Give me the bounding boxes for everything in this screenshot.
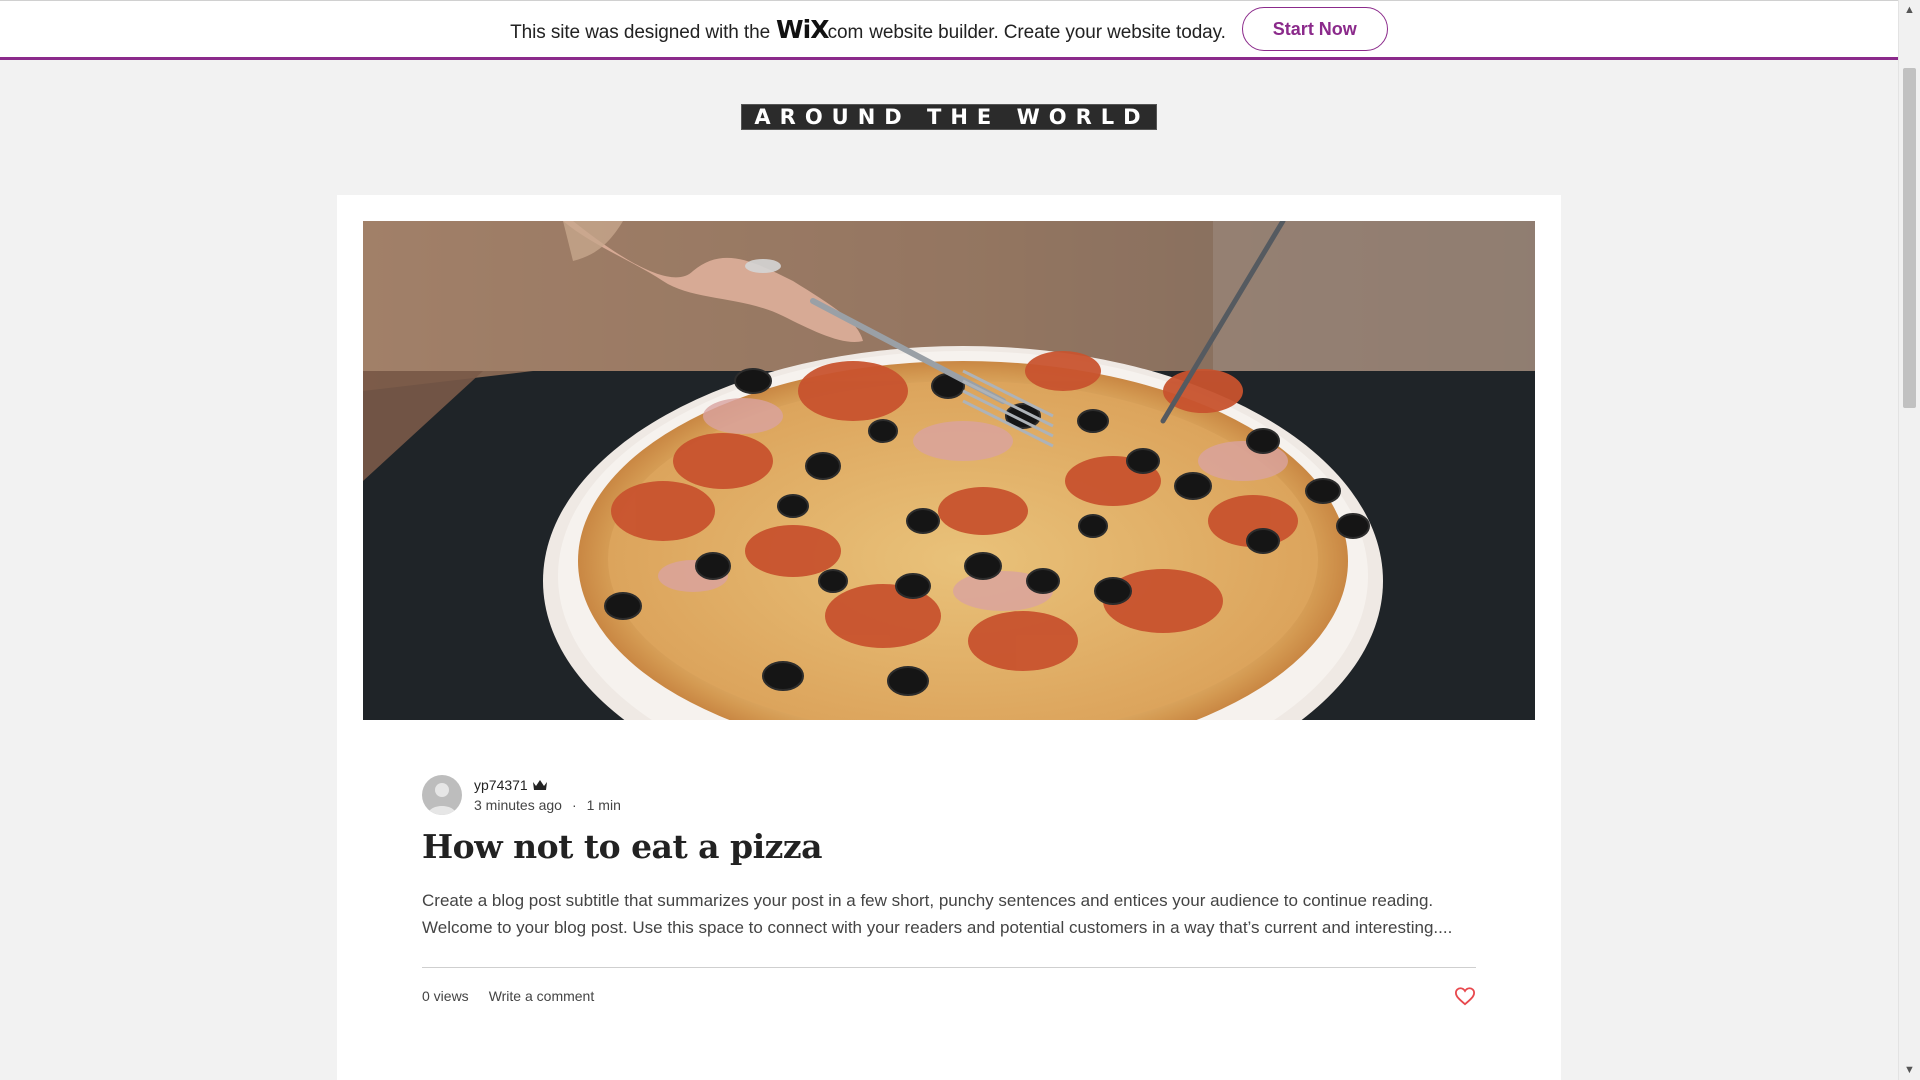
- banner-text-before: This site was designed with the: [510, 21, 771, 43]
- banner-text: This site was designed with the WiX .com …: [510, 15, 1226, 44]
- author-name[interactable]: yp74371: [474, 777, 528, 793]
- post-footer: 0 views Write a comment: [422, 986, 1476, 1006]
- site-header: AROUND THE WORLD: [0, 104, 1898, 130]
- banner-text-after: website builder. Create your website tod…: [869, 21, 1226, 43]
- site-title[interactable]: AROUND THE WORLD: [741, 104, 1157, 130]
- post-time-ago: 3 minutes ago: [474, 797, 562, 813]
- meta-text: yp74371 3 minutes ago · 1 min: [474, 777, 621, 813]
- wix-logo[interactable]: WiX .com: [776, 15, 863, 44]
- post-title[interactable]: How not to eat a pizza: [422, 827, 823, 866]
- wix-logo-suffix: .com: [822, 21, 864, 43]
- meta-separator: ·: [571, 797, 577, 813]
- page: This site was designed with the WiX .com …: [0, 0, 1920, 1080]
- post-read-time: 1 min: [586, 797, 621, 813]
- post-divider: [422, 967, 1476, 968]
- wix-promo-banner: This site was designed with the WiX .com …: [0, 0, 1898, 60]
- post-views: 0 views: [422, 988, 469, 1004]
- user-silhouette-icon: [428, 783, 456, 815]
- blog-post-card: yp74371 3 minutes ago · 1 min How not to…: [337, 195, 1561, 1080]
- pizza-photo: [363, 221, 1535, 720]
- author-avatar[interactable]: [422, 775, 462, 815]
- post-sub-meta: 3 minutes ago · 1 min: [474, 797, 621, 813]
- scroll-down-arrow-icon[interactable]: ▼: [1899, 1060, 1920, 1080]
- author-line: yp74371: [474, 777, 621, 793]
- page-scrollbar[interactable]: ▲ ▼: [1898, 0, 1920, 1080]
- post-excerpt[interactable]: Create a blog post subtitle that summari…: [422, 887, 1482, 941]
- wix-logo-word: WiX: [776, 14, 829, 44]
- start-now-button[interactable]: Start Now: [1241, 7, 1388, 51]
- post-meta: yp74371 3 minutes ago · 1 min: [422, 775, 621, 815]
- post-cover-image[interactable]: [363, 221, 1535, 720]
- write-comment-link[interactable]: Write a comment: [489, 988, 595, 1004]
- heart-icon[interactable]: [1454, 986, 1476, 1006]
- crown-icon: [532, 780, 547, 790]
- scroll-up-arrow-icon[interactable]: ▲: [1899, 0, 1920, 20]
- scrollbar-thumb[interactable]: [1903, 68, 1916, 408]
